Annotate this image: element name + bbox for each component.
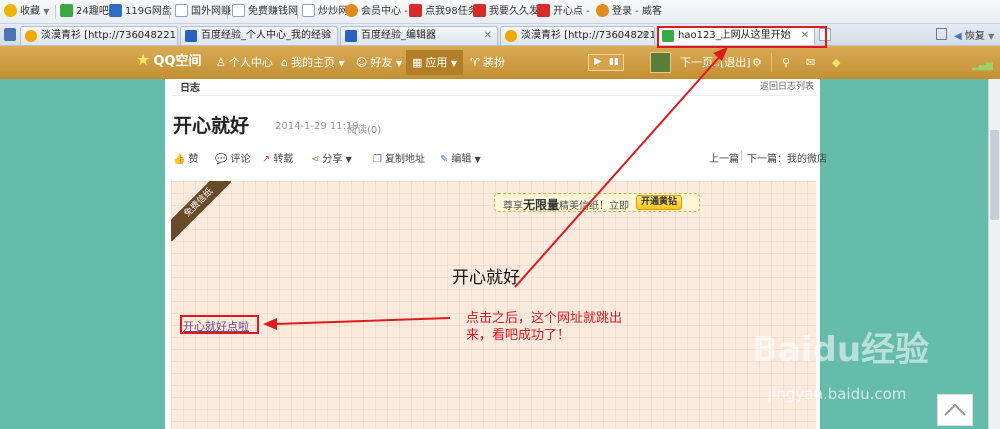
arrow-head-left — [263, 318, 277, 330]
baidu-watermark: Baidu经验 — [752, 322, 962, 382]
arrow-line-left — [274, 317, 451, 325]
watermark-brand: Baidu经验 — [752, 330, 930, 370]
annotation-text: 点击之后，这个网址就跳出来，看吧成功了！ — [466, 311, 623, 343]
arrow-head-up — [713, 47, 728, 61]
back-to-top-button[interactable] — [937, 394, 973, 426]
chevron-up-icon — [944, 403, 966, 416]
watermark-url: jingyan.baidu.com — [768, 385, 907, 403]
arrow-line-up — [514, 53, 723, 288]
